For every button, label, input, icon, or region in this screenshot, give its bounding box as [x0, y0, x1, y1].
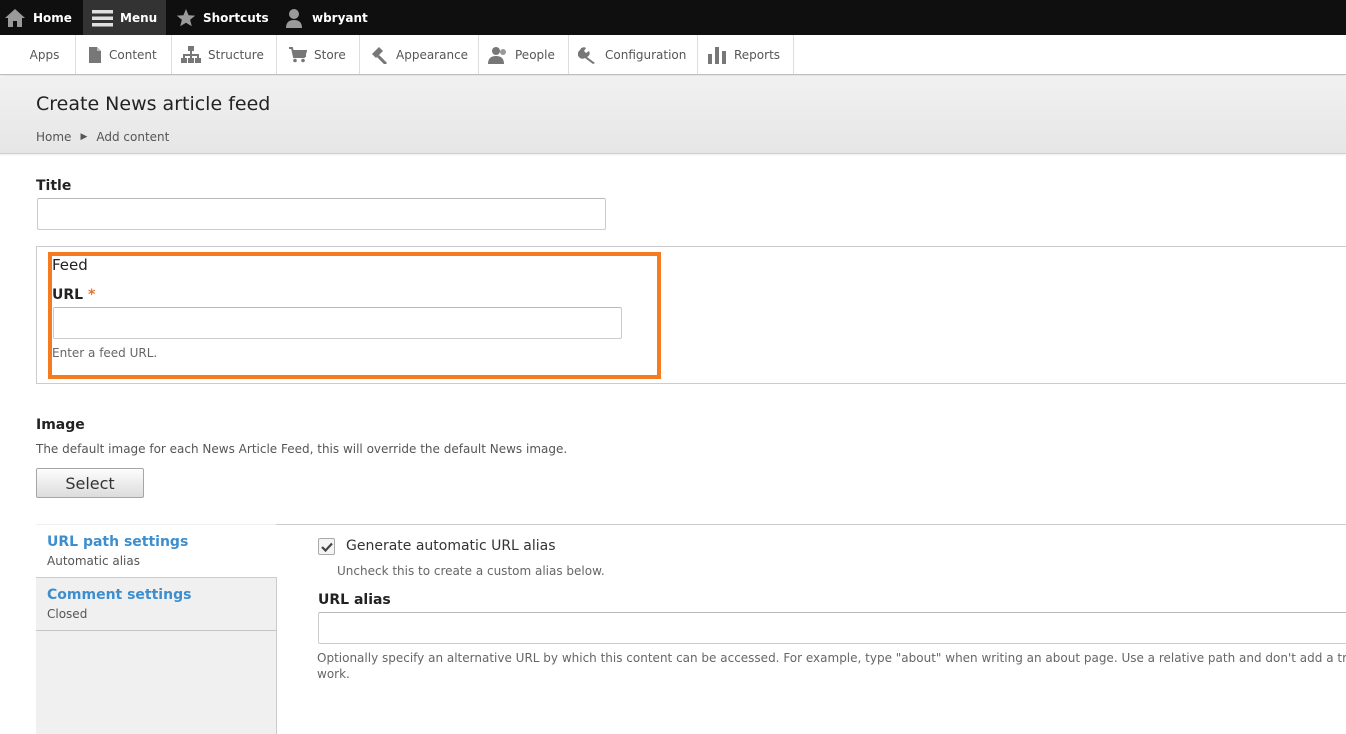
url-alias-help: Optionally specify an alternative URL by…: [317, 651, 1346, 665]
url-alias-label: URL alias: [318, 592, 391, 608]
tray-item-label: Content: [109, 47, 157, 62]
generate-alias-help: Uncheck this to create a custom alias be…: [337, 564, 605, 578]
feed-url-help: Enter a feed URL.: [52, 346, 158, 360]
toolbar-shortcuts[interactable]: Shortcuts: [176, 0, 272, 35]
tray-item-reports[interactable]: Reports: [698, 35, 794, 74]
page-header: [0, 76, 1346, 154]
tray-item-label: Store: [314, 47, 346, 62]
tray-item-content[interactable]: Content: [76, 35, 172, 74]
url-alias-input[interactable]: [318, 612, 1346, 644]
feed-legend: Feed: [52, 256, 88, 274]
home-icon: [4, 8, 26, 28]
people-icon: [488, 46, 515, 64]
tray-item-store[interactable]: Store: [277, 35, 360, 74]
page-title: Create News article feed: [36, 93, 271, 115]
generate-alias-label[interactable]: Generate automatic URL alias: [346, 538, 556, 554]
admin-tray: Apps Content Structure Store Appearance …: [0, 35, 1346, 75]
toolbar-home[interactable]: Home: [4, 0, 80, 35]
breadcrumb: Home ▶ Add content: [36, 130, 169, 144]
required-marker: *: [87, 287, 96, 303]
tray-item-label: People: [515, 47, 555, 62]
tray-item-appearance[interactable]: Appearance: [360, 35, 479, 74]
appearance-icon: [369, 46, 396, 64]
image-help: The default image for each News Article …: [36, 442, 568, 456]
title-input[interactable]: [37, 198, 606, 230]
tab-comment-settings[interactable]: Comment settings Closed: [36, 578, 277, 631]
toolbar-menu-label: Menu: [120, 10, 158, 25]
wrench-icon: [578, 46, 605, 64]
image-label: Image: [36, 417, 85, 433]
menu-icon: [92, 8, 113, 28]
tray-item-label: Reports: [734, 47, 781, 62]
tab-url-path-settings[interactable]: URL path settings Automatic alias: [36, 525, 277, 578]
tray-item-people[interactable]: People: [479, 35, 569, 74]
url-label: URL *: [52, 287, 95, 303]
reports-icon: [707, 46, 734, 64]
tray-item-label: Apps: [29, 47, 60, 62]
toolbar-shortcuts-label: Shortcuts: [203, 10, 269, 25]
tray-item-apps[interactable]: Apps: [0, 35, 76, 74]
breadcrumb-arrow-icon: ▶: [80, 132, 88, 142]
breadcrumb-add-content-link[interactable]: Add content: [96, 130, 169, 144]
tray-item-label: Configuration: [605, 47, 687, 62]
tray-item-configuration[interactable]: Configuration: [569, 35, 698, 74]
generate-alias-checkbox[interactable]: [318, 538, 335, 555]
structure-icon: [181, 45, 208, 64]
tab-title: Comment settings: [47, 587, 192, 603]
star-icon: [176, 8, 196, 28]
toolbar-home-label: Home: [33, 10, 72, 25]
toolbar-user-label: wbryant: [312, 10, 368, 25]
title-label: Title: [36, 178, 72, 194]
cart-icon: [289, 46, 314, 63]
content-icon: [88, 46, 109, 63]
toolbar-bar: Home Menu Shortcuts wbryant: [0, 0, 1346, 35]
breadcrumb-home-link[interactable]: Home: [36, 130, 71, 144]
tray-item-structure[interactable]: Structure: [172, 35, 277, 74]
select-image-button[interactable]: Select: [36, 468, 144, 498]
url-label-text: URL: [52, 287, 84, 303]
user-icon: [285, 8, 303, 28]
toolbar-menu[interactable]: Menu: [83, 0, 166, 35]
check-icon: [320, 537, 333, 556]
url-alias-help-cont: work.: [317, 667, 350, 681]
tray-item-label: Appearance: [396, 47, 469, 62]
tab-summary: Automatic alias: [47, 554, 140, 568]
tab-summary: Closed: [47, 607, 88, 621]
tray-item-label: Structure: [208, 47, 264, 62]
feed-url-input[interactable]: [53, 307, 622, 339]
toolbar-user[interactable]: wbryant: [285, 0, 368, 35]
tab-title: URL path settings: [47, 534, 189, 550]
